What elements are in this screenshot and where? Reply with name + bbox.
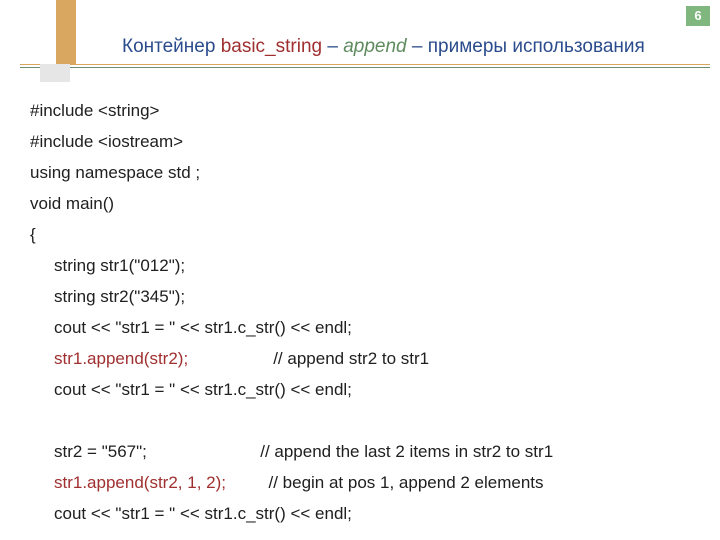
- decor-vertical-bar: [56, 0, 76, 64]
- code-highlight: str1.append(str2, 1, 2);: [54, 473, 226, 492]
- code-line: cout << "str1 = " << str1.c_str() << end…: [30, 498, 696, 529]
- title-part-rest: – примеры использования: [407, 36, 645, 57]
- slide-title: Контейнер basic_string – append – пример…: [122, 34, 690, 60]
- code-highlight: str1.append(str2);: [54, 349, 188, 368]
- page-number-badge: 6: [686, 6, 710, 26]
- code-line: str2 = "567"; // append the last 2 items…: [30, 436, 696, 467]
- slide: 6 Контейнер basic_string – append – прим…: [0, 0, 720, 540]
- code-line: cout << "str1 = " << str1.c_str() << end…: [30, 312, 696, 343]
- code-comment: // append str2 to str1: [188, 349, 429, 368]
- decor-gray-block: [40, 64, 70, 82]
- code-line: void main(): [30, 188, 696, 219]
- code-line: cout << "str1 = " << str1.c_str() << end…: [30, 374, 696, 405]
- title-rule-top: [20, 64, 710, 65]
- code-line: #include <iostream>: [30, 126, 696, 157]
- code-comment: // begin at pos 1, append 2 elements: [226, 473, 544, 492]
- code-line: str1.append(str2, 1, 2); // begin at pos…: [30, 467, 696, 498]
- code-line: string str1("012");: [30, 250, 696, 281]
- code-line: str1.append(str2); // append str2 to str…: [30, 343, 696, 374]
- code-line: {: [30, 219, 696, 250]
- code-blank-line: [30, 405, 696, 436]
- title-part-class: basic_string: [221, 36, 322, 57]
- title-part-method: append: [343, 36, 406, 57]
- code-block: #include <string> #include <iostream> us…: [30, 95, 696, 529]
- code-line: using namespace std ;: [30, 157, 696, 188]
- title-part-sep1: –: [322, 36, 343, 57]
- title-part-container: Контейнер: [122, 36, 221, 57]
- code-line: string str2("345");: [30, 281, 696, 312]
- code-line: #include <string>: [30, 95, 696, 126]
- title-rule-bottom: [20, 67, 710, 68]
